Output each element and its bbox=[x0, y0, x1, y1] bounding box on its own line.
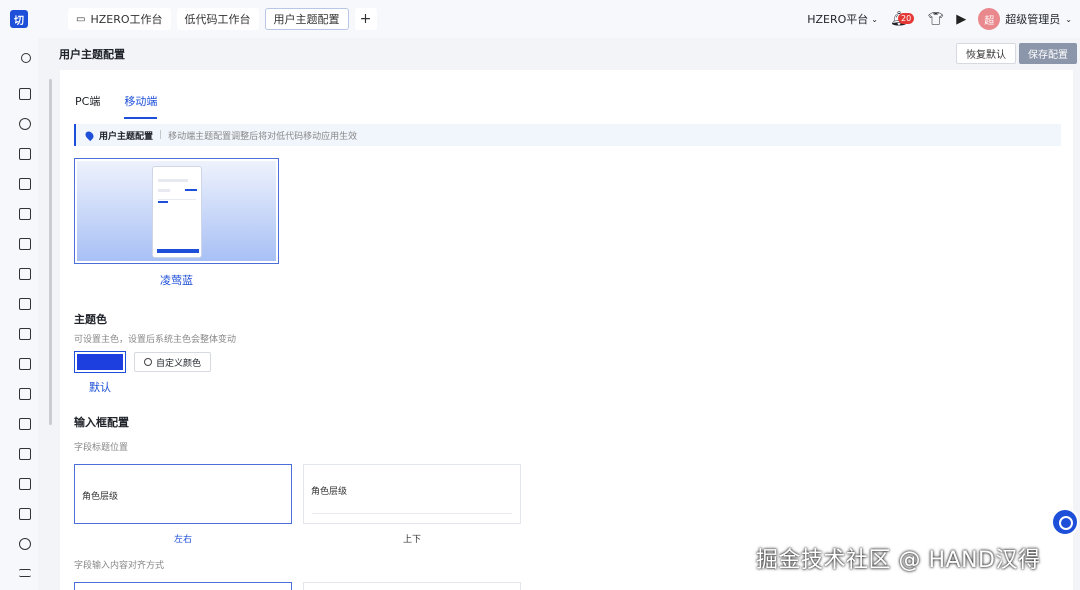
sidebar-item-layers-icon[interactable] bbox=[19, 298, 31, 310]
sidebar-item-settings-icon[interactable] bbox=[19, 358, 31, 370]
theme-color-title: 主题色 bbox=[74, 313, 107, 326]
notification-button[interactable]: 🔔︎ 20 bbox=[890, 11, 915, 27]
tab-pc[interactable]: PC端 bbox=[75, 93, 100, 119]
sidebar-scrollbar[interactable] bbox=[49, 79, 52, 425]
platform-selector[interactable]: HZERO平台 ⌄ bbox=[807, 11, 878, 27]
tab-hzero-workbench[interactable]: ▭ HZERO工作台 bbox=[68, 8, 171, 30]
preview-line bbox=[158, 199, 196, 200]
location-pin-icon bbox=[83, 129, 96, 141]
sidebar-item-stack-icon[interactable] bbox=[19, 448, 31, 460]
custom-color-button[interactable]: 自定义颜色 bbox=[134, 352, 212, 372]
label-position-left-right[interactable]: 角色层级 bbox=[74, 464, 292, 524]
sidebar-item-brain-icon[interactable] bbox=[19, 538, 31, 550]
tab-strip: ▭ HZERO工作台 低代码工作台 用户主题配置 + bbox=[68, 8, 377, 30]
theme-name: 凌莺蓝 bbox=[160, 274, 193, 287]
tab-user-theme-config[interactable]: 用户主题配置 bbox=[264, 8, 349, 30]
username: 超级管理员 bbox=[1005, 13, 1061, 26]
theme-preview bbox=[77, 161, 276, 261]
add-tab-button[interactable]: + bbox=[354, 8, 377, 30]
preview-accent bbox=[158, 201, 168, 203]
sidebar-item-camera-icon[interactable] bbox=[19, 268, 31, 280]
tab-label: HZERO工作台 bbox=[90, 13, 163, 26]
assistant-floating-button[interactable] bbox=[1051, 508, 1079, 536]
tab-label: 用户主题配置 bbox=[273, 13, 340, 26]
option-caption: 上下 bbox=[402, 535, 421, 545]
sidebar-item-table-icon[interactable] bbox=[19, 328, 31, 340]
phone-preview bbox=[152, 166, 202, 258]
logo-icon: 切 bbox=[10, 10, 28, 28]
swatch-fill bbox=[77, 354, 123, 370]
chevron-down-icon: ⌄ bbox=[871, 14, 878, 24]
preview-accent bbox=[185, 189, 197, 191]
tab-mobile[interactable]: 移动端 bbox=[124, 93, 158, 119]
preview-line bbox=[158, 179, 188, 182]
top-right-controls: HZERO平台 ⌄ 🔔︎ 20 👕︎ ▶ 超 超级管理员 ⌄ bbox=[807, 8, 1080, 30]
preview-line bbox=[158, 189, 170, 192]
page-header: 用户主题配置 恢复默认 保存配置 bbox=[38, 38, 1080, 69]
app-logo[interactable]: 切 bbox=[0, 0, 38, 38]
sidebar-item-code3-icon[interactable] bbox=[19, 208, 31, 220]
option-input-line bbox=[312, 513, 512, 514]
preview-button bbox=[157, 249, 199, 253]
option-sample-text: 角色层级 bbox=[311, 487, 348, 497]
top-bar: 切 ▭ HZERO工作台 低代码工作台 用户主题配置 + HZERO平台 ⌄ 🔔… bbox=[0, 0, 1080, 38]
theme-card[interactable] bbox=[74, 158, 279, 264]
sidebar-item-chart-icon[interactable] bbox=[19, 418, 31, 430]
label-position-top-bottom[interactable]: 角色层级 bbox=[303, 464, 521, 524]
input-config-title: 输入框配置 bbox=[74, 416, 129, 429]
shirt-icon[interactable]: 👕︎ bbox=[928, 12, 945, 27]
option-caption: 左右 bbox=[173, 535, 192, 545]
default-color-label: 默认 bbox=[89, 381, 111, 394]
align-option-1[interactable] bbox=[74, 582, 292, 590]
info-title: 用户主题配置 bbox=[99, 131, 154, 142]
sidebar-item-image-icon[interactable] bbox=[19, 508, 31, 520]
main-panel: PC端 移动端 用户主题配置 | 移动端主题配置调整后将对低代码移动应用生效 凌… bbox=[60, 70, 1073, 590]
tab-lowcode-workbench[interactable]: 低代码工作台 bbox=[176, 8, 259, 30]
tab-label: 低代码工作台 bbox=[184, 13, 251, 26]
avatar: 超 bbox=[978, 8, 1001, 30]
page-title: 用户主题配置 bbox=[59, 47, 125, 61]
align-title: 字段输入内容对齐方式 bbox=[74, 561, 165, 571]
sidebar-item-mail-icon[interactable] bbox=[19, 238, 31, 250]
label-position-title: 字段标题位置 bbox=[74, 443, 129, 453]
save-config-button[interactable]: 保存配置 bbox=[1019, 43, 1077, 64]
platform-label: HZERO平台 bbox=[807, 13, 869, 26]
monitor-icon: ▭ bbox=[76, 13, 86, 25]
play-icon[interactable]: ▶ bbox=[956, 12, 966, 27]
restore-default-button[interactable]: 恢复默认 bbox=[956, 43, 1016, 64]
sidebar-item-login-icon[interactable] bbox=[19, 388, 31, 400]
info-description: 移动端主题配置调整后将对低代码移动应用生效 bbox=[168, 131, 358, 142]
info-banner: 用户主题配置 | 移动端主题配置调整后将对低代码移动应用生效 bbox=[74, 124, 1061, 146]
divider: | bbox=[159, 130, 163, 140]
align-option-2[interactable] bbox=[303, 582, 521, 590]
watermark: 掘金技术社区 @ HAND汉得 bbox=[756, 548, 1041, 573]
sidebar-item-code2-icon[interactable] bbox=[19, 178, 31, 190]
sidebar-item-monitor-icon[interactable] bbox=[19, 88, 31, 100]
search-icon[interactable] bbox=[21, 53, 31, 63]
notification-badge: 20 bbox=[898, 13, 915, 24]
menu-collapse-icon[interactable] bbox=[19, 569, 31, 577]
sidebar-item-record-icon[interactable] bbox=[19, 478, 31, 490]
palette-icon bbox=[144, 358, 152, 366]
option-sample-text: 角色层级 bbox=[82, 492, 119, 502]
color-swatch-default[interactable] bbox=[74, 351, 126, 373]
sidebar-item-code-icon[interactable] bbox=[19, 148, 31, 160]
custom-color-label: 自定义颜色 bbox=[156, 358, 202, 369]
user-menu[interactable]: 超 超级管理员 ⌄ bbox=[978, 8, 1072, 30]
chevron-down-icon: ⌄ bbox=[1065, 14, 1072, 24]
sidebar-item-network-icon[interactable] bbox=[19, 118, 31, 130]
theme-color-desc: 可设置主色，设置后系统主色会整体变动 bbox=[74, 335, 237, 345]
mode-tabs: PC端 移动端 bbox=[75, 93, 158, 119]
